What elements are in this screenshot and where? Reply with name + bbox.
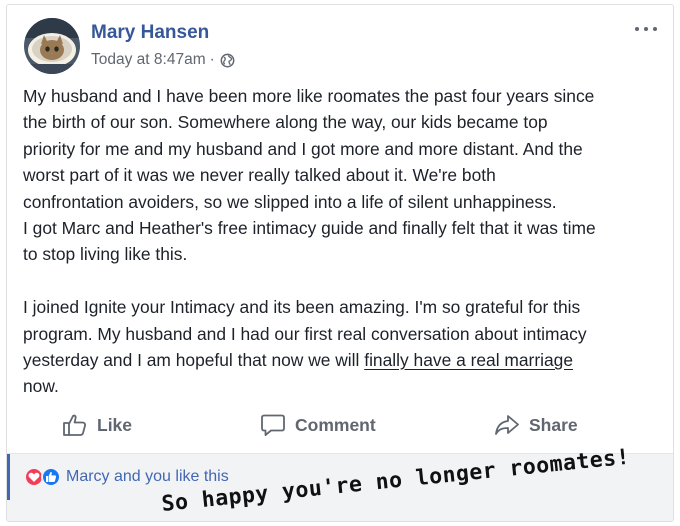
- avatar[interactable]: [24, 18, 80, 74]
- handwritten-annotation: So happy you're no longer roomates!: [160, 444, 632, 517]
- post-line: worst part of it was we never really tal…: [23, 165, 496, 186]
- comment-label: Comment: [295, 414, 376, 435]
- post-body: My husband and I have been more like roo…: [23, 83, 669, 400]
- post-line: yesterday and I am hopeful that now we w…: [23, 347, 669, 373]
- post-line: I got Marc and Heather's free intimacy g…: [23, 217, 596, 238]
- author-name[interactable]: Mary Hansen: [91, 22, 209, 44]
- post-line: My husband and I have been more like roo…: [23, 86, 595, 106]
- meta-separator: ·: [209, 51, 215, 68]
- post-line: I joined Ignite your Intimacy and its be…: [23, 297, 581, 318]
- reactions-summary[interactable]: Marcy and you like this: [66, 468, 229, 486]
- reaction-icons[interactable]: [24, 467, 61, 487]
- share-label: Share: [529, 414, 578, 435]
- post-line: the birth of our son. Somewhere along th…: [23, 112, 548, 133]
- more-options-icon[interactable]: [635, 21, 657, 37]
- post-meta: Today at 8:47am ·: [91, 51, 235, 69]
- thumbs-up-icon: [63, 414, 87, 436]
- post-header: Mary Hansen Today at 8:47am ·: [7, 5, 673, 79]
- post-line: now.: [23, 376, 59, 397]
- comment-button[interactable]: Comment: [260, 403, 376, 447]
- like-label: Like: [97, 414, 133, 435]
- reactions-accent-bar: [7, 454, 10, 500]
- post-actions: Like Comment Share: [7, 403, 673, 447]
- globe-icon[interactable]: [220, 53, 235, 68]
- comment-icon: [261, 414, 285, 436]
- post-line-text: yesterday and I am hopeful that now we w…: [23, 349, 365, 370]
- post-line: program. My husband and I had our first …: [23, 323, 587, 344]
- avatar-cat-image: [24, 18, 80, 74]
- share-icon: [495, 415, 519, 435]
- underlined-phrase: finally have a real marriage: [364, 349, 574, 370]
- share-button[interactable]: Share: [494, 403, 578, 447]
- post-line: to stop living like this.: [23, 244, 188, 265]
- post-line: confrontation avoiders, so we slipped in…: [23, 191, 557, 212]
- reactions-bar: Marcy and you like this So happy you're …: [7, 445, 673, 521]
- like-icon: [41, 467, 61, 487]
- like-button[interactable]: Like: [62, 403, 132, 447]
- post-card: Mary Hansen Today at 8:47am · My husband…: [6, 4, 674, 522]
- timestamp[interactable]: Today at 8:47am: [91, 51, 206, 69]
- post-line: priority for me and my husband and I got…: [23, 138, 583, 159]
